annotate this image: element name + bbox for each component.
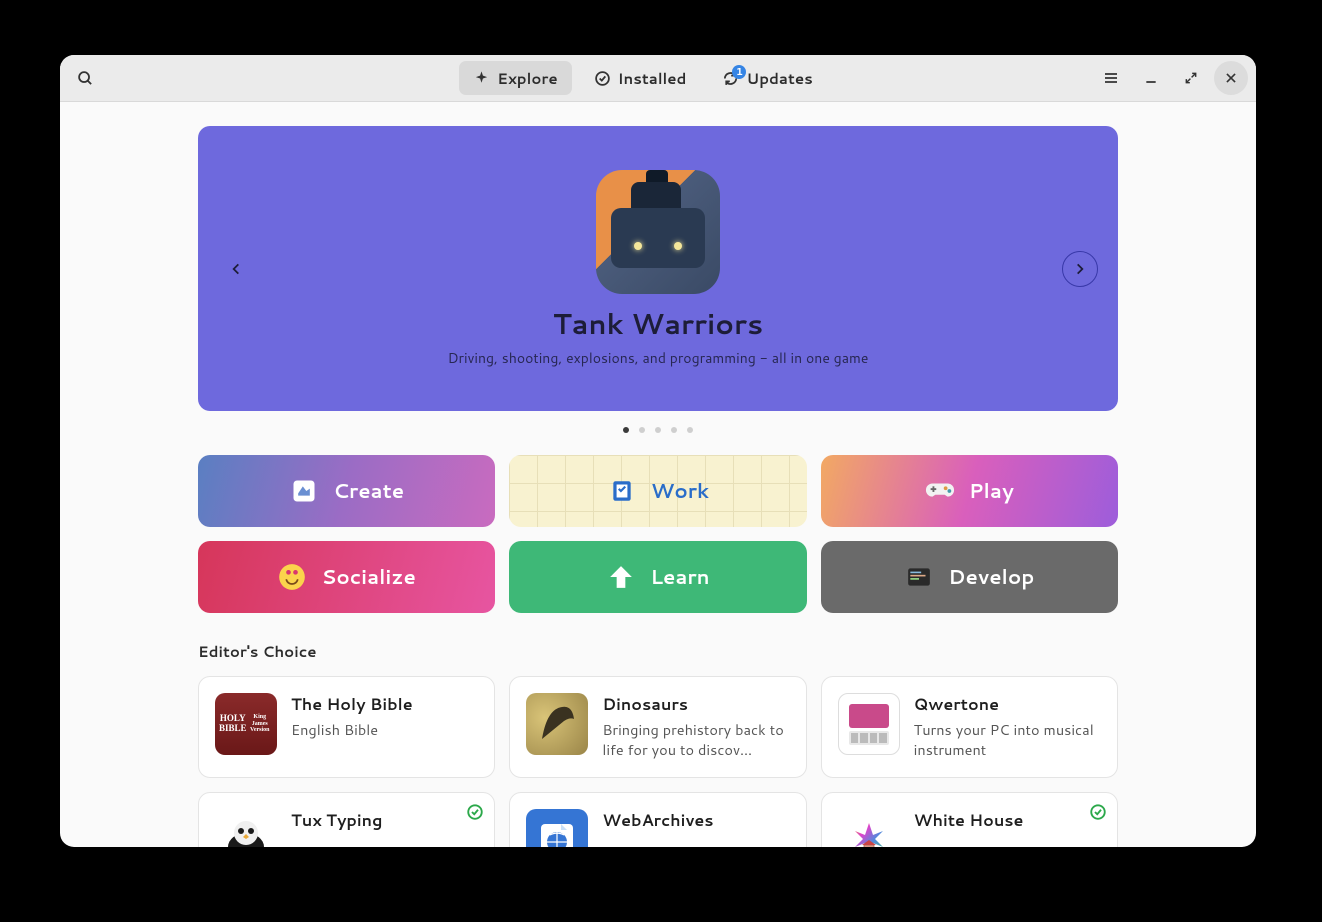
page-dot[interactable]: [687, 427, 693, 433]
close-icon: [1224, 71, 1238, 85]
tab-label: Explore: [497, 68, 557, 89]
minimize-button[interactable]: [1134, 61, 1168, 95]
app-card[interactable]: WebArchives: [509, 792, 806, 847]
category-label: Develop: [948, 563, 1034, 591]
featured-banner[interactable]: Tank Warriors Driving, shooting, explosi…: [198, 126, 1118, 411]
section-heading: Editor's Choice: [198, 641, 1118, 662]
category-label: Socialize: [321, 563, 415, 591]
menu-button[interactable]: [1094, 61, 1128, 95]
socialize-icon: [277, 562, 307, 592]
tab-explore[interactable]: Explore: [459, 61, 571, 95]
app-description: Turns your PC into musical instrument: [914, 720, 1101, 759]
category-label: Play: [969, 477, 1014, 505]
app-description: Bringing prehistory back to life for you…: [602, 720, 789, 759]
category-learn[interactable]: Learn: [509, 541, 806, 613]
installed-icon: [594, 70, 611, 87]
page-dot[interactable]: [623, 427, 629, 433]
tab-installed[interactable]: Installed: [580, 61, 701, 95]
app-name: WebArchives: [602, 809, 789, 832]
work-icon: [607, 476, 637, 506]
develop-icon: [904, 562, 934, 592]
categories-grid: Create Work Play: [198, 455, 1118, 613]
app-description: English Bible: [291, 720, 478, 740]
banner-next-button[interactable]: [1062, 251, 1098, 287]
category-create[interactable]: Create: [198, 455, 495, 527]
installed-check-icon: [1089, 803, 1107, 821]
app-card[interactable]: White House: [821, 792, 1118, 847]
tab-updates[interactable]: 1 Updates: [708, 61, 826, 95]
tab-label: Installed: [618, 68, 687, 89]
apps-grid: HOLYBIBLEKing JamesVersion The Holy Bibl…: [198, 676, 1118, 847]
category-socialize[interactable]: Socialize: [198, 541, 495, 613]
maximize-button[interactable]: [1174, 61, 1208, 95]
featured-app-title: Tank Warriors: [553, 304, 763, 344]
page-dot[interactable]: [639, 427, 645, 433]
featured-app-subtitle: Driving, shooting, explosions, and progr…: [448, 348, 869, 368]
play-icon: [925, 476, 955, 506]
maximize-icon: [1184, 71, 1198, 85]
header-bar: Explore Installed 1 Updates: [60, 55, 1256, 102]
tab-label: Updates: [746, 68, 812, 89]
app-card[interactable]: Dinosaurs Bringing prehistory back to li…: [509, 676, 806, 778]
app-card[interactable]: HOLYBIBLEKing JamesVersion The Holy Bibl…: [198, 676, 495, 778]
app-name: Qwertone: [914, 693, 1101, 716]
app-icon: [526, 809, 588, 847]
software-window: Explore Installed 1 Updates: [60, 55, 1256, 847]
page-dot[interactable]: [655, 427, 661, 433]
app-name: Dinosaurs: [602, 693, 789, 716]
banner-pagination: [198, 427, 1118, 433]
learn-icon: [606, 562, 636, 592]
chevron-right-icon: [1073, 262, 1087, 276]
app-icon: [526, 693, 588, 755]
app-icon: HOLYBIBLEKing JamesVersion: [215, 693, 277, 755]
app-icon: [215, 809, 277, 847]
minimize-icon: [1143, 70, 1159, 86]
close-button[interactable]: [1214, 61, 1248, 95]
page-dot[interactable]: [671, 427, 677, 433]
app-card[interactable]: Tux Typing: [198, 792, 495, 847]
featured-app-icon: [596, 170, 720, 294]
search-button[interactable]: [68, 61, 102, 95]
search-icon: [77, 70, 94, 87]
chevron-left-icon: [229, 262, 243, 276]
app-card[interactable]: Qwertone Turns your PC into musical inst…: [821, 676, 1118, 778]
updates-badge: 1: [732, 65, 746, 79]
app-icon: [838, 809, 900, 847]
app-name: Tux Typing: [291, 809, 478, 832]
app-name: The Holy Bible: [291, 693, 478, 716]
category-play[interactable]: Play: [821, 455, 1118, 527]
hamburger-icon: [1103, 70, 1119, 86]
installed-check-icon: [466, 803, 484, 821]
category-label: Create: [333, 477, 404, 505]
category-develop[interactable]: Develop: [821, 541, 1118, 613]
category-label: Work: [651, 477, 709, 505]
explore-icon: [473, 70, 490, 87]
create-icon: [289, 476, 319, 506]
content-area[interactable]: Tank Warriors Driving, shooting, explosi…: [60, 102, 1256, 847]
category-work[interactable]: Work: [509, 455, 806, 527]
category-label: Learn: [650, 563, 709, 591]
app-name: White House: [914, 809, 1101, 832]
banner-prev-button[interactable]: [218, 251, 254, 287]
app-icon: [838, 693, 900, 755]
